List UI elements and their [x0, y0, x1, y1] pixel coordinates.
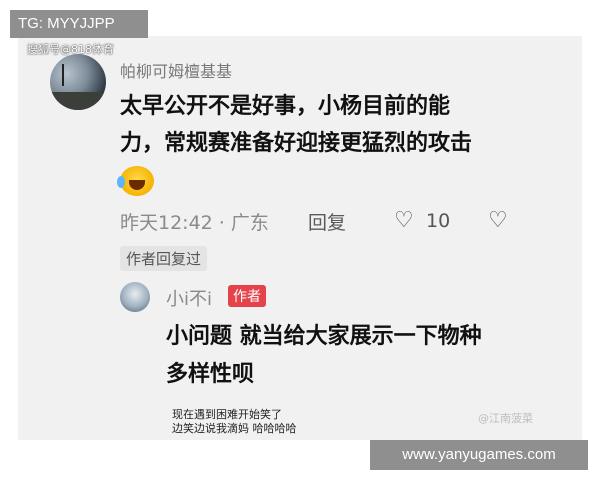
- avatar[interactable]: [50, 54, 106, 110]
- mouth-shape: [129, 180, 145, 190]
- caption-line: 现在遇到困难开始笑了: [172, 408, 282, 421]
- right-watermark: @江南菠菜: [478, 412, 533, 425]
- comment-text-line: 太早公开不是好事，小杨目前的能: [120, 94, 451, 119]
- like-count: 10: [426, 210, 451, 232]
- reply-text-line: 多样性呗: [166, 362, 255, 387]
- caption-line: 边笑边说我滴妈 哈哈哈哈: [172, 422, 297, 435]
- bottom-caption: 现在遇到困难开始笑了 边笑边说我滴妈 哈哈哈哈: [172, 408, 297, 436]
- reply-avatar[interactable]: [120, 282, 150, 312]
- top-left-tag: TG: MYYJJPP: [10, 10, 148, 38]
- tear-icon: [117, 176, 125, 188]
- comment-text: 太早公开不是好事，小杨目前的能 力，常规赛准备好迎接更猛烈的攻击: [120, 88, 540, 162]
- broken-heart-icon[interactable]: ♡: [488, 208, 508, 233]
- comment-card: 搜狐号@818体育 帕柳可姆檀基基 太早公开不是好事，小杨目前的能 力，常规赛准…: [18, 36, 582, 440]
- heart-icon[interactable]: ♡: [394, 208, 414, 233]
- comment-text-line: 力，常规赛准备好迎接更猛烈的攻击: [120, 131, 473, 156]
- palm-tree-icon: [62, 64, 74, 86]
- reply-text: 小问题 就当给大家展示一下物种 多样性呗: [166, 318, 546, 394]
- site-url-tag[interactable]: www.yanyugames.com: [370, 440, 588, 470]
- reply-username[interactable]: 小i不i: [166, 285, 212, 311]
- reply-button[interactable]: 回复: [308, 208, 346, 235]
- crying-laughing-emoji-icon: [117, 166, 154, 196]
- comment-username[interactable]: 帕柳可姆檀基基: [120, 58, 232, 82]
- author-replied-link[interactable]: 作者回复过: [120, 246, 208, 271]
- reply-text-line: 小问题 就当给大家展示一下物种: [166, 324, 482, 349]
- comment-timestamp: 昨天12:42 · 广东: [120, 212, 269, 234]
- author-badge: 作者: [228, 285, 266, 307]
- avatar-ground: [50, 92, 106, 110]
